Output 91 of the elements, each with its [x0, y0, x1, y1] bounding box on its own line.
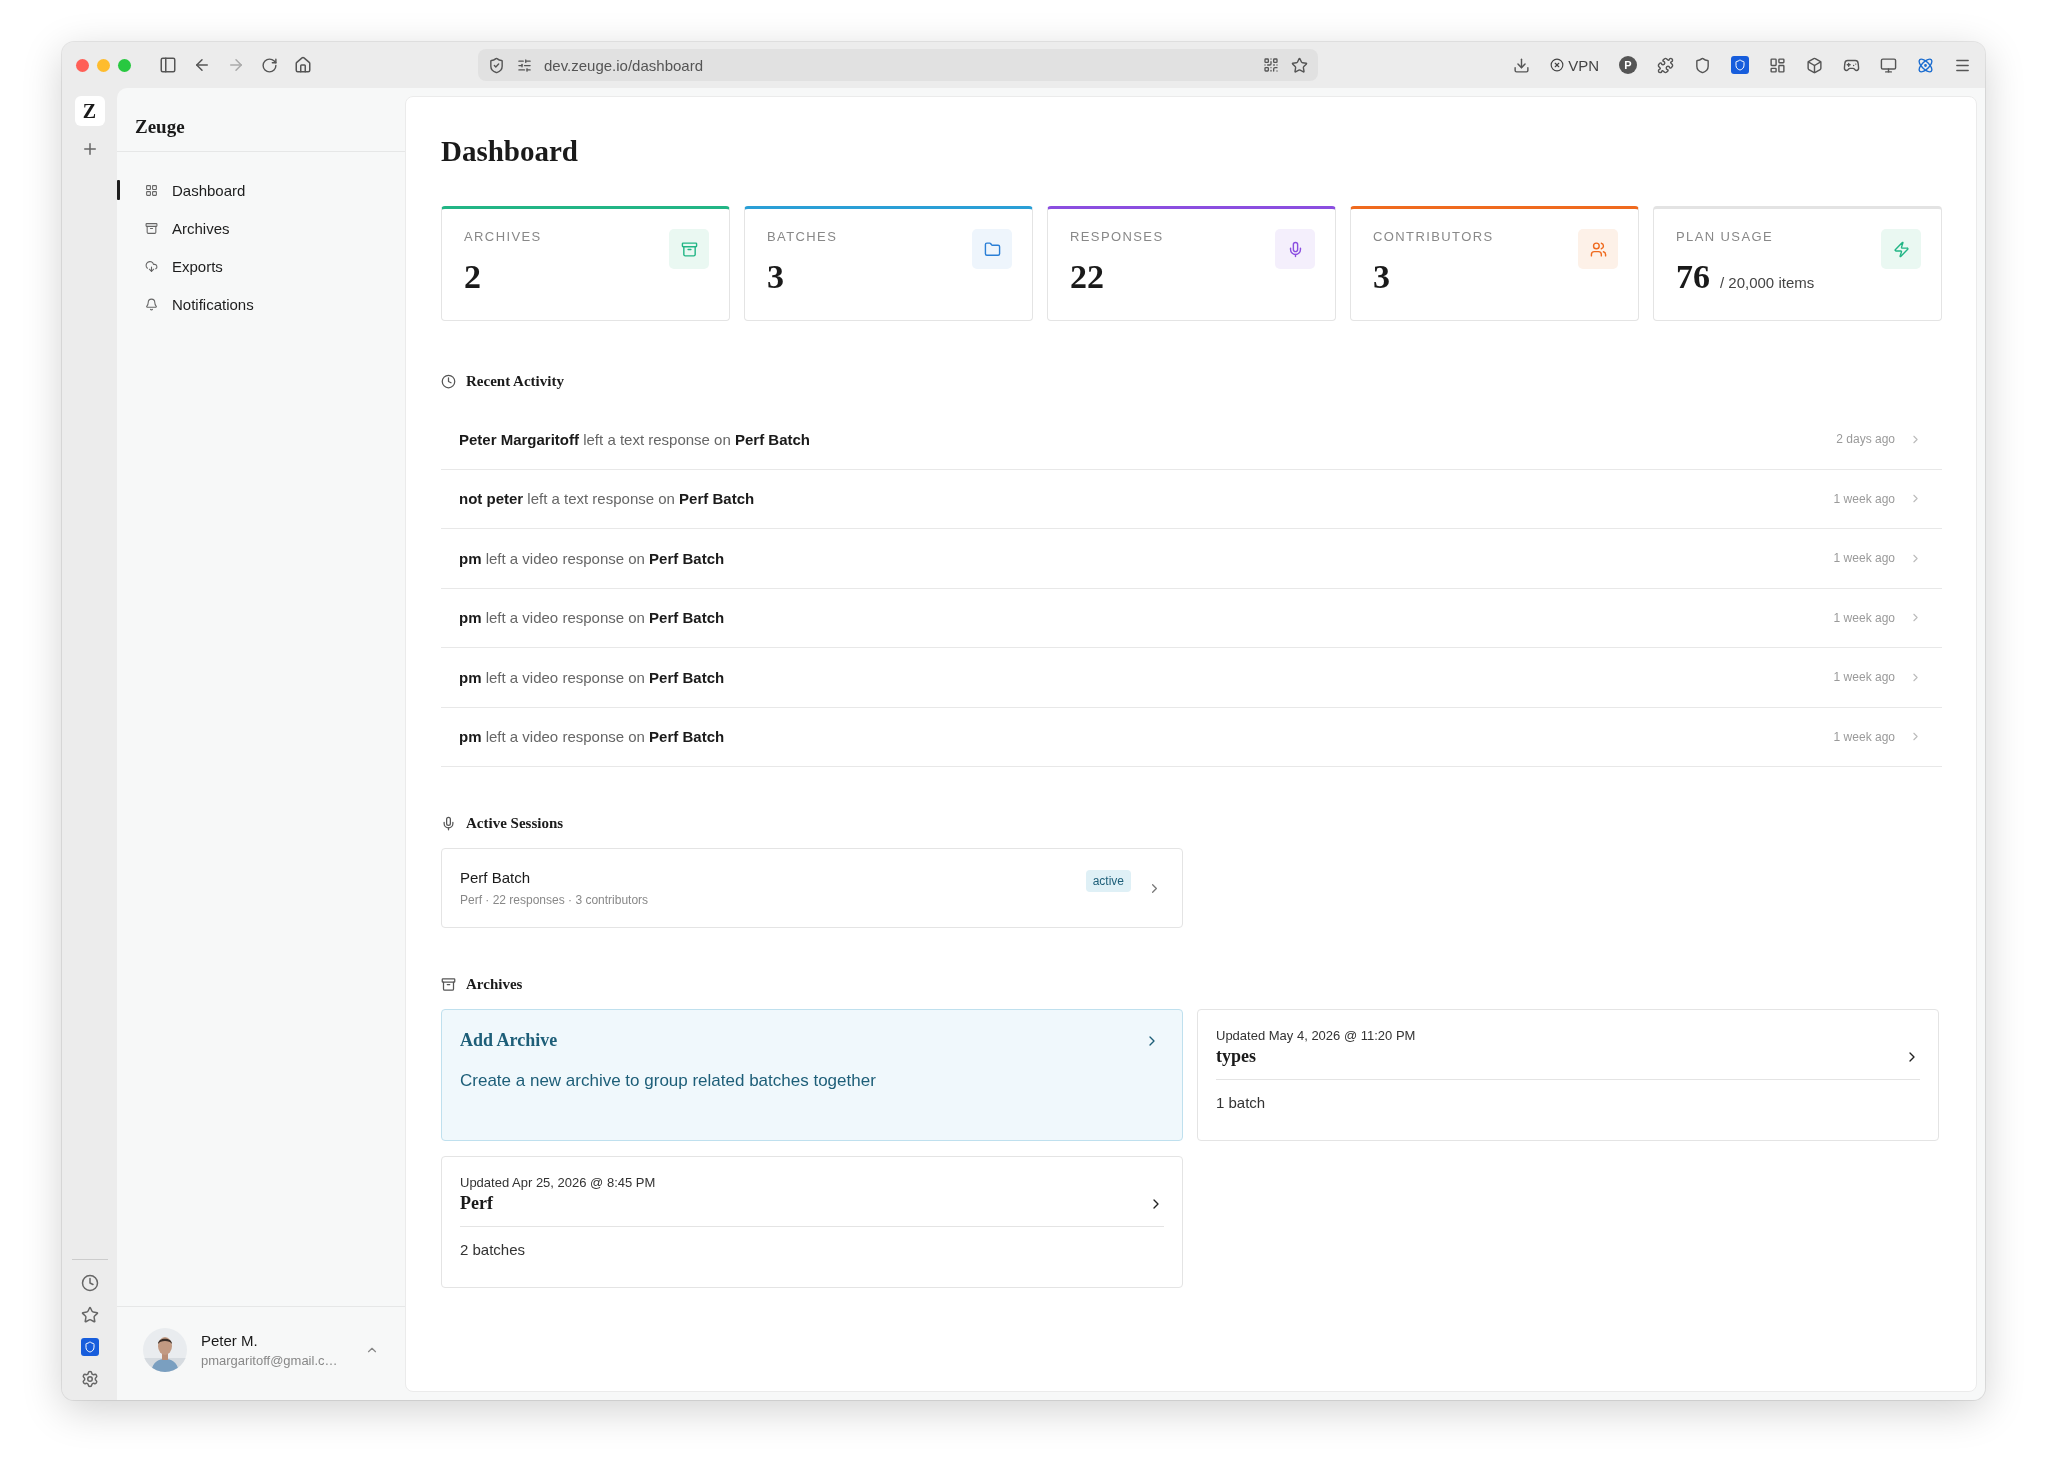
user-name: Peter M. [201, 1331, 259, 1349]
shield-icon[interactable] [1694, 56, 1711, 74]
activity-row[interactable]: not peter left a text response on Perf Batch 1 week ago [441, 469, 1942, 529]
session-meta: Perf · 22 responses · 3 contributors [460, 893, 650, 907]
address-bar[interactable]: dev.zeuge.io/dashboard [478, 49, 1318, 81]
app-logo[interactable]: Z [74, 96, 105, 126]
atom-icon[interactable] [1917, 56, 1934, 74]
stat-value: 2 [464, 258, 481, 296]
nav-item[interactable]: Archives [117, 212, 405, 244]
close-circle-icon [1550, 58, 1565, 72]
activity-time: 1 week ago [1833, 610, 1895, 625]
sidebar-toggle-icon[interactable] [159, 56, 177, 74]
archive-card[interactable]: Updated Apr 25, 2026 @ 8:45 PM Perf 2 batches [441, 1156, 1183, 1288]
nav-icon [145, 259, 158, 273]
archive-count: 2 batches [460, 1241, 527, 1258]
download-icon[interactable] [1513, 56, 1531, 74]
shield-icon[interactable] [488, 56, 505, 74]
nav-item[interactable]: Exports [117, 250, 405, 282]
activity-time: 2 days ago [1836, 432, 1895, 447]
stat-label: CONTRIBUTORS [1373, 229, 1495, 244]
archive-count: 1 batch [1216, 1094, 1267, 1111]
stat-suffix: / 20,000 items [1720, 274, 1815, 291]
stat-label: RESPONSES [1070, 229, 1165, 244]
add-archive-title: Add Archive [460, 1030, 558, 1051]
section-title: Active Sessions [466, 815, 564, 832]
add-archive-description: Create a new archive to group related batches together [460, 1071, 877, 1091]
status-badge: active [1085, 870, 1131, 892]
extension-button[interactable]: P [1619, 56, 1637, 74]
nav-icon [145, 297, 158, 311]
user-email: pmargaritoff@gmail.c… [201, 1352, 339, 1368]
stat-icon [972, 229, 1012, 269]
settings-icon[interactable] [80, 1370, 99, 1388]
stat-value: 3 [1373, 258, 1390, 296]
monitor-icon[interactable] [1880, 56, 1897, 74]
url-text: dev.zeuge.io/dashboard [544, 56, 704, 74]
history-icon[interactable] [80, 1274, 99, 1292]
star-icon[interactable] [80, 1306, 99, 1324]
stat-label: BATCHES [767, 229, 839, 244]
add-archive-card[interactable]: Add Archive Create a new archive to group related batches together [441, 1009, 1183, 1141]
stat-value: 76 [1676, 258, 1710, 296]
nav-icon [145, 221, 158, 235]
activity-row[interactable]: pm left a video response on Perf Batch 1 week ago [441, 588, 1942, 648]
stat-label: ARCHIVES [464, 229, 543, 244]
box-icon[interactable] [1806, 56, 1823, 74]
puzzle-icon[interactable] [1657, 56, 1674, 74]
close-button[interactable] [76, 58, 89, 72]
nav-item[interactable]: Notifications [117, 288, 405, 320]
archive-updated: Updated Apr 25, 2026 @ 8:45 PM [460, 1175, 657, 1190]
section-title: Archives [466, 976, 523, 993]
stat-label: PLAN USAGE [1676, 229, 1775, 244]
archive-name: Perf [460, 1193, 493, 1214]
stat-icon [1578, 229, 1618, 269]
bookmark-star-icon[interactable] [1291, 56, 1308, 74]
page-title: Dashboard [441, 135, 579, 168]
archive-name: types [1216, 1046, 1256, 1067]
stat-value: 3 [767, 258, 784, 296]
home-icon[interactable] [294, 56, 312, 74]
stat-icon [1275, 229, 1315, 269]
activity-text: pm left a video response on Perf Batch [459, 609, 726, 627]
activity-time: 1 week ago [1833, 491, 1895, 506]
archive-card[interactable]: Updated May 4, 2026 @ 11:20 PM types 1 batch [1197, 1009, 1939, 1141]
activity-row[interactable]: pm left a video response on Perf Batch 1 week ago [441, 529, 1942, 589]
section-title: Recent Activity [466, 373, 564, 390]
session-name: Perf Batch [460, 869, 532, 886]
activity-row[interactable]: pm left a video response on Perf Batch 1 week ago [441, 648, 1942, 708]
activity-time: 1 week ago [1833, 670, 1895, 685]
activity-text: Peter Margaritoff left a text response on Perf Batch [459, 430, 811, 448]
reload-icon[interactable] [261, 56, 278, 74]
vpn-button[interactable]: VPN [1550, 56, 1599, 74]
qr-code-icon[interactable] [1263, 57, 1279, 73]
microphone-icon [441, 816, 456, 831]
activity-text: pm left a video response on Perf Batch [459, 668, 726, 686]
activity-text: pm left a video response on Perf Batch [459, 549, 726, 567]
stat-value: 22 [1070, 258, 1104, 296]
session-card[interactable]: Perf Batch Perf · 22 responses · 3 contributors active [441, 848, 1183, 928]
activity-time: 1 week ago [1833, 551, 1895, 566]
activity-text: pm left a video response on Perf Batch [459, 728, 726, 746]
archive-updated: Updated May 4, 2026 @ 11:20 PM [1216, 1028, 1417, 1043]
activity-time: 1 week ago [1833, 729, 1895, 744]
back-icon[interactable] [193, 56, 211, 74]
activity-row[interactable]: pm left a video response on Perf Batch 1 week ago [441, 707, 1942, 767]
activity-row[interactable]: Peter Margaritoff left a text response on Perf Batch 2 days ago [441, 410, 1942, 470]
sliders-icon[interactable] [517, 57, 532, 73]
activity-text: not peter left a text response on Perf Batch [459, 490, 756, 508]
nav-item[interactable]: Dashboard [117, 174, 405, 206]
grid-icon[interactable] [1769, 56, 1786, 74]
stat-icon [1881, 229, 1921, 269]
stat-icon [669, 229, 709, 269]
archive-icon [441, 977, 456, 992]
nav-icon [145, 183, 158, 197]
clock-icon [441, 374, 456, 389]
